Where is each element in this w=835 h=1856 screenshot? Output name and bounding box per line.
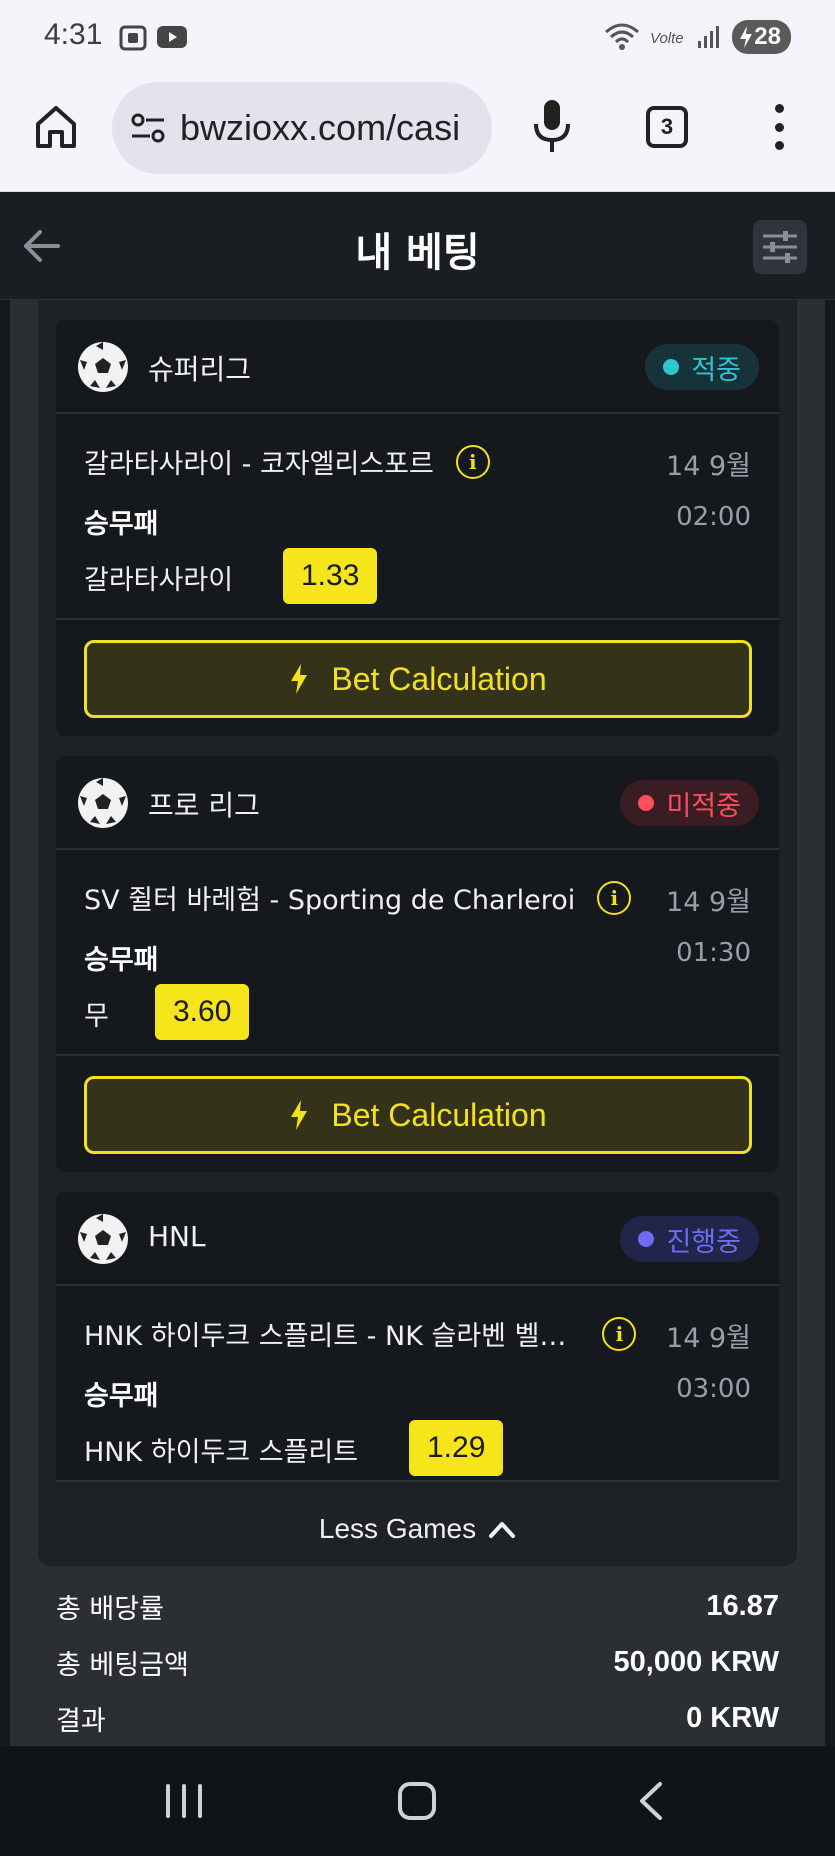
- match-title: SV 쥘터 바레험 - Sporting de Charleroi i: [84, 878, 632, 917]
- selection: 무: [84, 1001, 109, 1032]
- app-header: 내 베팅: [0, 192, 835, 300]
- site-settings-icon[interactable]: [130, 112, 166, 144]
- market-name: 승무패: [84, 1381, 159, 1412]
- match-time: 03:00: [676, 1374, 751, 1404]
- league-name: 슈퍼리그: [148, 353, 252, 386]
- lightning-icon: [291, 664, 308, 694]
- bet-calculation-label: Bet Calculation: [331, 660, 547, 697]
- bet-calculation-label: Bet Calculation: [331, 1096, 547, 1133]
- status-dot: [638, 795, 655, 811]
- bet-card-header: 슈퍼리그 적중: [56, 320, 779, 414]
- match-title: 갈라타사라이 - 코자엘리스포르 i: [84, 442, 490, 481]
- home-icon[interactable]: [34, 102, 78, 150]
- tab-switcher-button[interactable]: 3: [646, 106, 688, 148]
- less-games-button[interactable]: Less Games: [38, 1494, 797, 1564]
- status-bar: 4:31 Volte 28: [0, 0, 835, 76]
- soccer-ball-icon: [78, 1214, 128, 1264]
- match-title: HNK 하이두크 스플리트 - NK 슬라벤 벨… i: [84, 1314, 637, 1353]
- battery-level: 28: [754, 23, 781, 50]
- odds-badge: 1.29: [409, 1420, 504, 1476]
- bet-card: 프로 리그 미적중 SV 쥘터 바레험 - Sporting de Charle…: [56, 756, 779, 1172]
- match-date: 14 9월: [666, 1323, 751, 1354]
- charging-icon: [740, 26, 753, 48]
- match-name: HNK 하이두크 스플리트 - NK 슬라벤 벨…: [84, 1321, 567, 1352]
- bet-card-footer: Bet Calculation: [56, 620, 779, 736]
- bet-calculation-button[interactable]: Bet Calculation: [84, 1076, 752, 1154]
- match-date: 14 9월: [666, 451, 751, 482]
- odds-badge: 3.60: [155, 984, 250, 1040]
- address-bar[interactable]: bwzioxx.com/casi: [112, 82, 492, 174]
- league-name: HNL: [148, 1220, 206, 1253]
- recent-apps-icon[interactable]: [166, 1784, 202, 1818]
- market-name: 승무패: [84, 945, 159, 976]
- more-options-icon[interactable]: [772, 104, 786, 150]
- status-label: 진행중: [666, 1226, 741, 1258]
- soccer-ball-icon: [78, 778, 128, 828]
- selection: 갈라타사라이: [84, 565, 234, 596]
- total-odds-value: 16.87: [706, 1589, 779, 1622]
- info-icon[interactable]: i: [597, 880, 632, 915]
- chevron-up-icon: [489, 1522, 516, 1538]
- bet-calculation-button[interactable]: Bet Calculation: [84, 640, 752, 718]
- odds-badge: 1.33: [283, 548, 378, 604]
- total-stake-label: 총 베팅금액: [56, 1649, 189, 1681]
- status-notification-icons: [118, 24, 188, 52]
- match-date: 14 9월: [666, 887, 751, 918]
- battery-indicator: 28: [732, 20, 791, 54]
- sliders-icon: [763, 231, 797, 263]
- bet-card-header: 프로 리그 미적중: [56, 756, 779, 850]
- microphone-icon[interactable]: [532, 98, 572, 154]
- match-name: 갈라타사라이 - 코자엘리스포르: [84, 449, 434, 480]
- status-right-icons: Volte 28: [604, 20, 791, 54]
- signal-icon: [698, 26, 720, 48]
- bet-card-footer: Bet Calculation: [56, 1056, 779, 1172]
- match-time: 01:30: [676, 938, 751, 968]
- total-stake-value: 50,000 KRW: [613, 1645, 780, 1678]
- match-name: SV 쥘터 바레험 - Sporting de Charleroi: [84, 885, 576, 916]
- bet-card: 슈퍼리그 적중 갈라타사라이 - 코자엘리스포르 i 14 9월 승무패 02:0…: [56, 320, 779, 736]
- info-icon[interactable]: i: [455, 444, 490, 479]
- system-navigation-bar: [0, 1746, 835, 1856]
- bet-card: HNL 진행중 HNK 하이두크 스플리트 - NK 슬라벤 벨… i 14 9월…: [56, 1192, 779, 1482]
- bet-card-body: HNK 하이두크 스플리트 - NK 슬라벤 벨… i 14 9월 승무패 03:…: [56, 1286, 779, 1482]
- status-dot: [663, 359, 680, 375]
- status-time: 4:31: [44, 18, 103, 51]
- volte-icon: Volte: [650, 30, 684, 47]
- soccer-ball-icon: [78, 342, 128, 392]
- wifi-icon: [605, 23, 640, 50]
- bet-card-body: SV 쥘터 바레험 - Sporting de Charleroi i 14 9월…: [56, 850, 779, 1056]
- bet-card-header: HNL 진행중: [56, 1192, 779, 1286]
- status-badge: 미적중: [620, 780, 759, 826]
- total-odds-row: 총 배당률 16.87: [56, 1584, 779, 1628]
- status-label: 미적중: [666, 790, 741, 822]
- browser-toolbar: bwzioxx.com/casi 3: [0, 76, 835, 192]
- total-odds-label: 총 배당률: [56, 1593, 164, 1625]
- svg-text:Volte: Volte: [650, 30, 684, 47]
- url-text: bwzioxx.com/casi: [180, 107, 461, 148]
- market-name: 승무패: [84, 509, 159, 540]
- league-name: 프로 리그: [148, 789, 260, 822]
- selection: HNK 하이두크 스플리트: [84, 1437, 359, 1468]
- result-label: 결과: [56, 1705, 106, 1737]
- screenshot-icon: [119, 25, 147, 51]
- status-dot: [638, 1231, 655, 1247]
- info-icon[interactable]: i: [602, 1316, 637, 1351]
- page-title: 내 베팅: [355, 230, 480, 276]
- home-button-icon[interactable]: [398, 1782, 436, 1820]
- filter-button[interactable]: [753, 220, 807, 274]
- result-row: 결과 0 KRW: [56, 1696, 779, 1740]
- lightning-icon: [291, 1100, 308, 1130]
- result-value: 0 KRW: [686, 1701, 779, 1734]
- match-time: 02:00: [676, 502, 751, 532]
- status-label: 적중: [691, 354, 741, 386]
- back-icon[interactable]: [636, 1780, 666, 1822]
- status-badge: 적중: [645, 344, 759, 390]
- status-badge: 진행중: [620, 1216, 759, 1262]
- less-games-label: Less Games: [318, 1513, 477, 1544]
- bet-card-body: 갈라타사라이 - 코자엘리스포르 i 14 9월 승무패 02:00 갈라타사라이…: [56, 414, 779, 620]
- youtube-icon: [157, 26, 187, 48]
- total-stake-row: 총 베팅금액 50,000 KRW: [56, 1640, 779, 1684]
